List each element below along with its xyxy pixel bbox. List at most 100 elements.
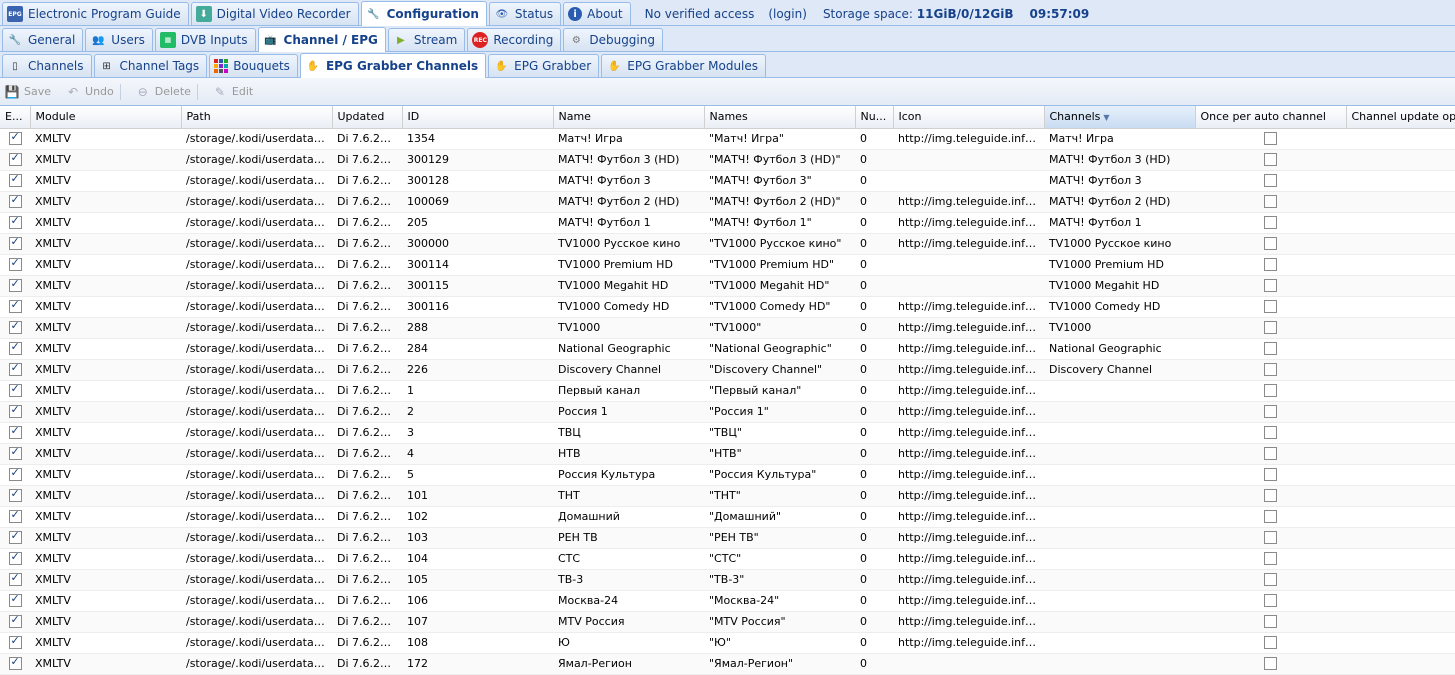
once-per-auto-checkbox[interactable] xyxy=(1264,531,1277,544)
table-row[interactable]: XMLTV/storage/.kodi/userdata/addon_data/… xyxy=(0,191,1455,212)
table-row[interactable]: XMLTV/storage/.kodi/userdata/addon_data/… xyxy=(0,212,1455,233)
enabled-checkbox[interactable] xyxy=(9,489,22,502)
tab-epg-grabber-channels[interactable]: ✋EPG Grabber Channels xyxy=(300,53,486,78)
once-per-auto-checkbox[interactable] xyxy=(1264,510,1277,523)
enabled-checkbox[interactable] xyxy=(9,363,22,376)
column-header-channels[interactable]: Channels▼ xyxy=(1044,106,1195,128)
enabled-checkbox[interactable] xyxy=(9,342,22,355)
enabled-checkbox[interactable] xyxy=(9,531,22,544)
enabled-checkbox[interactable] xyxy=(9,573,22,586)
enabled-checkbox[interactable] xyxy=(9,279,22,292)
column-header-update[interactable]: Channel update optio xyxy=(1346,106,1455,128)
enabled-checkbox[interactable] xyxy=(9,153,22,166)
column-header-module[interactable]: Module xyxy=(30,106,181,128)
table-row[interactable]: XMLTV/storage/.kodi/userdata/addon_data/… xyxy=(0,401,1455,422)
once-per-auto-checkbox[interactable] xyxy=(1264,132,1277,145)
login-link[interactable]: (login) xyxy=(768,7,807,21)
column-header-icon[interactable]: Icon xyxy=(893,106,1044,128)
once-per-auto-checkbox[interactable] xyxy=(1264,573,1277,586)
tab-channel-tags[interactable]: ⊞Channel Tags xyxy=(94,54,208,77)
table-row[interactable]: XMLTV/storage/.kodi/userdata/addon_data/… xyxy=(0,506,1455,527)
tab-debugging[interactable]: ⚙Debugging xyxy=(563,28,663,51)
once-per-auto-checkbox[interactable] xyxy=(1264,657,1277,670)
table-row[interactable]: XMLTV/storage/.kodi/userdata/addon_data/… xyxy=(0,275,1455,296)
once-per-auto-checkbox[interactable] xyxy=(1264,321,1277,334)
enabled-checkbox[interactable] xyxy=(9,552,22,565)
once-per-auto-checkbox[interactable] xyxy=(1264,615,1277,628)
tab-epg[interactable]: EPGElectronic Program Guide xyxy=(2,2,189,25)
once-per-auto-checkbox[interactable] xyxy=(1264,363,1277,376)
delete-button[interactable]: ⊖ Delete xyxy=(135,84,198,100)
once-per-auto-checkbox[interactable] xyxy=(1264,174,1277,187)
table-row[interactable]: XMLTV/storage/.kodi/userdata/addon_data/… xyxy=(0,233,1455,254)
tab-configuration[interactable]: 🔧Configuration xyxy=(361,1,487,26)
enabled-checkbox[interactable] xyxy=(9,132,22,145)
tab-channel-epg[interactable]: 📺Channel / EPG xyxy=(258,27,386,52)
column-header-once[interactable]: Once per auto channel xyxy=(1195,106,1346,128)
edit-button[interactable]: ✎ Edit xyxy=(212,84,253,100)
once-per-auto-checkbox[interactable] xyxy=(1264,300,1277,313)
column-header-names[interactable]: Names xyxy=(704,106,855,128)
table-row[interactable]: XMLTV/storage/.kodi/userdata/addon_data/… xyxy=(0,254,1455,275)
enabled-checkbox[interactable] xyxy=(9,258,22,271)
tab-epg-grabber[interactable]: ✋EPG Grabber xyxy=(488,54,599,77)
once-per-auto-checkbox[interactable] xyxy=(1264,447,1277,460)
column-header-name[interactable]: Name xyxy=(553,106,704,128)
undo-button[interactable]: ↶ Undo xyxy=(65,84,121,100)
enabled-checkbox[interactable] xyxy=(9,426,22,439)
once-per-auto-checkbox[interactable] xyxy=(1264,489,1277,502)
table-row[interactable]: XMLTV/storage/.kodi/userdata/addon_data/… xyxy=(0,653,1455,674)
enabled-checkbox[interactable] xyxy=(9,594,22,607)
once-per-auto-checkbox[interactable] xyxy=(1264,594,1277,607)
enabled-checkbox[interactable] xyxy=(9,174,22,187)
enabled-checkbox[interactable] xyxy=(9,636,22,649)
tab-stream[interactable]: ▶Stream xyxy=(388,28,465,51)
table-row[interactable]: XMLTV/storage/.kodi/userdata/addon_data/… xyxy=(0,128,1455,149)
table-row[interactable]: XMLTV/storage/.kodi/userdata/addon_data/… xyxy=(0,296,1455,317)
enabled-checkbox[interactable] xyxy=(9,321,22,334)
once-per-auto-checkbox[interactable] xyxy=(1264,426,1277,439)
column-header-updated[interactable]: Updated xyxy=(332,106,402,128)
column-header-path[interactable]: Path xyxy=(181,106,332,128)
table-row[interactable]: XMLTV/storage/.kodi/userdata/addon_data/… xyxy=(0,317,1455,338)
column-header-enabled[interactable]: E... xyxy=(0,106,30,128)
tab-epg-grabber-modules[interactable]: ✋EPG Grabber Modules xyxy=(601,54,766,77)
tab-users[interactable]: 👥Users xyxy=(85,28,153,51)
save-button[interactable]: 💾 Save xyxy=(4,84,51,100)
enabled-checkbox[interactable] xyxy=(9,195,22,208)
once-per-auto-checkbox[interactable] xyxy=(1264,636,1277,649)
once-per-auto-checkbox[interactable] xyxy=(1264,258,1277,271)
once-per-auto-checkbox[interactable] xyxy=(1264,552,1277,565)
enabled-checkbox[interactable] xyxy=(9,657,22,670)
table-row[interactable]: XMLTV/storage/.kodi/userdata/addon_data/… xyxy=(0,149,1455,170)
once-per-auto-checkbox[interactable] xyxy=(1264,237,1277,250)
tab-about[interactable]: iAbout xyxy=(563,2,630,25)
column-header-number[interactable]: Nu... xyxy=(855,106,893,128)
once-per-auto-checkbox[interactable] xyxy=(1264,153,1277,166)
tab-bouquets[interactable]: Bouquets xyxy=(209,54,298,77)
tab-dvb-inputs[interactable]: ▦DVB Inputs xyxy=(155,28,256,51)
tab-status[interactable]: 👁Status xyxy=(489,2,561,25)
once-per-auto-checkbox[interactable] xyxy=(1264,195,1277,208)
once-per-auto-checkbox[interactable] xyxy=(1264,384,1277,397)
enabled-checkbox[interactable] xyxy=(9,468,22,481)
table-row[interactable]: XMLTV/storage/.kodi/userdata/addon_data/… xyxy=(0,422,1455,443)
table-row[interactable]: XMLTV/storage/.kodi/userdata/addon_data/… xyxy=(0,170,1455,191)
table-row[interactable]: XMLTV/storage/.kodi/userdata/addon_data/… xyxy=(0,611,1455,632)
table-row[interactable]: XMLTV/storage/.kodi/userdata/addon_data/… xyxy=(0,359,1455,380)
table-row[interactable]: XMLTV/storage/.kodi/userdata/addon_data/… xyxy=(0,338,1455,359)
tab-channels[interactable]: ▯Channels xyxy=(2,54,92,77)
once-per-auto-checkbox[interactable] xyxy=(1264,216,1277,229)
table-row[interactable]: XMLTV/storage/.kodi/userdata/addon_data/… xyxy=(0,527,1455,548)
once-per-auto-checkbox[interactable] xyxy=(1264,468,1277,481)
enabled-checkbox[interactable] xyxy=(9,615,22,628)
table-row[interactable]: XMLTV/storage/.kodi/userdata/addon_data/… xyxy=(0,548,1455,569)
enabled-checkbox[interactable] xyxy=(9,216,22,229)
once-per-auto-checkbox[interactable] xyxy=(1264,405,1277,418)
enabled-checkbox[interactable] xyxy=(9,510,22,523)
table-row[interactable]: XMLTV/storage/.kodi/userdata/addon_data/… xyxy=(0,485,1455,506)
tab-general[interactable]: 🔧General xyxy=(2,28,83,51)
tab-dvr[interactable]: ⬇Digital Video Recorder xyxy=(191,2,359,25)
tab-recording[interactable]: RECRecording xyxy=(467,28,561,51)
table-row[interactable]: XMLTV/storage/.kodi/userdata/addon_data/… xyxy=(0,464,1455,485)
